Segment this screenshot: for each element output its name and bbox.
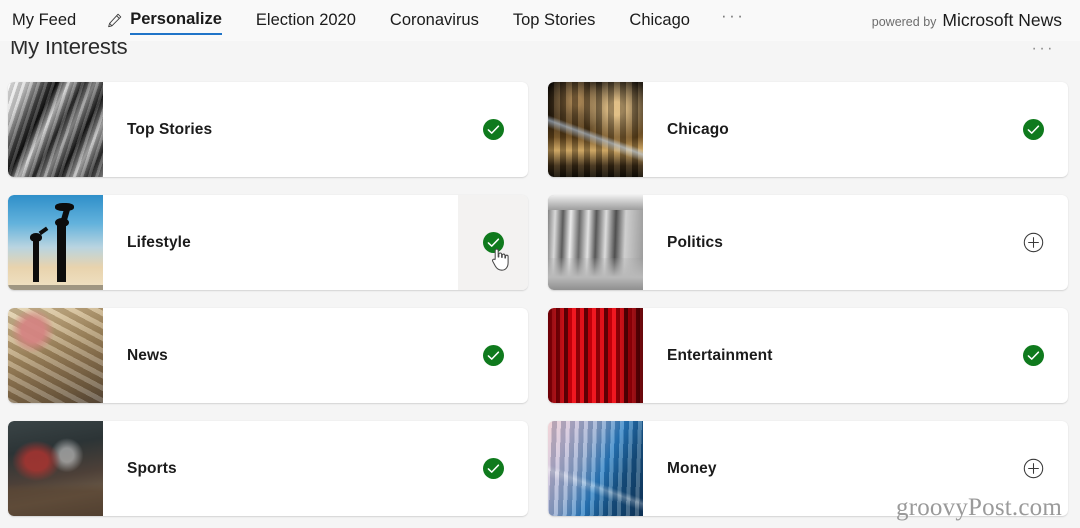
nav-item-label: My Feed bbox=[12, 11, 77, 29]
section-overflow-menu-icon[interactable]: ··· bbox=[1032, 41, 1055, 57]
interest-card-politics[interactable]: Politics bbox=[548, 195, 1068, 290]
check-circle-icon bbox=[482, 119, 504, 140]
interest-card-label: Entertainment bbox=[667, 346, 773, 364]
nav-item-personalize[interactable]: Personalize bbox=[100, 0, 239, 41]
check-circle-icon bbox=[482, 458, 504, 479]
interest-card-label: Lifestyle bbox=[127, 233, 191, 251]
nav-item-election-2020[interactable]: Election 2020 bbox=[239, 0, 373, 41]
interest-card-news[interactable]: News bbox=[8, 308, 528, 403]
nav-item-label: Top Stories bbox=[512, 11, 596, 29]
interest-toggle-lifestyle[interactable] bbox=[458, 195, 528, 290]
interest-thumbnail-city-night bbox=[548, 82, 643, 177]
nav-overflow-menu-icon[interactable]: ··· bbox=[707, 7, 759, 24]
check-circle-icon bbox=[482, 345, 504, 366]
interest-toggle-entertainment[interactable] bbox=[998, 308, 1068, 403]
nav-item-coronavirus[interactable]: Coronavirus bbox=[373, 0, 496, 41]
nav-item-label: Chicago bbox=[629, 11, 690, 29]
powered-by-prefix: powered by bbox=[871, 15, 937, 29]
plus-circle-icon bbox=[1023, 232, 1043, 253]
nav-item-top-stories[interactable]: Top Stories bbox=[496, 0, 613, 41]
interest-thumbnail-columns bbox=[548, 195, 643, 290]
interest-thumbnail-newspaper bbox=[8, 82, 103, 177]
interest-toggle-sports[interactable] bbox=[458, 421, 528, 516]
powered-by-branding: powered by Microsoft News bbox=[872, 10, 1062, 31]
interest-toggle-chicago[interactable] bbox=[998, 82, 1068, 177]
interest-thumbnail-red-curtain bbox=[548, 308, 643, 403]
interest-thumbnail-newsprint bbox=[8, 308, 103, 403]
interest-toggle-politics[interactable] bbox=[998, 195, 1068, 290]
plus-circle-icon bbox=[1023, 458, 1043, 479]
interest-card-chicago[interactable]: Chicago bbox=[548, 82, 1068, 177]
interest-card-top-stories[interactable]: Top Stories bbox=[8, 82, 528, 177]
interest-card-label: Chicago bbox=[667, 120, 729, 138]
interest-card-label: Top Stories bbox=[127, 120, 213, 138]
interest-thumbnail-family-silhouette bbox=[8, 195, 103, 290]
site-watermark: groovyPost.com bbox=[896, 494, 1062, 521]
check-circle-icon bbox=[1022, 345, 1044, 366]
pencil-icon bbox=[106, 12, 123, 29]
interest-thumbnail-coins bbox=[548, 421, 643, 516]
page-title: My Interests bbox=[10, 41, 128, 59]
nav-item-my-feed[interactable]: My Feed bbox=[12, 0, 100, 41]
nav-item-label: Coronavirus bbox=[389, 11, 479, 29]
interest-card-label: Politics bbox=[667, 233, 723, 251]
microsoft-news-brand: Microsoft News bbox=[942, 10, 1062, 30]
interest-card-label: Sports bbox=[127, 459, 177, 477]
interest-card-entertainment[interactable]: Entertainment bbox=[548, 308, 1068, 403]
nav-item-label: Personalize bbox=[130, 10, 222, 35]
check-circle-icon bbox=[482, 232, 504, 253]
interests-grid: Top Stories Chicago Lifestyle Politics N… bbox=[8, 82, 1072, 516]
interest-card-lifestyle[interactable]: Lifestyle bbox=[8, 195, 528, 290]
interest-card-label: News bbox=[127, 346, 168, 364]
nav-item-label: Election 2020 bbox=[255, 11, 356, 29]
nav-item-list: My Feed Personalize Election 2020 Corona… bbox=[12, 0, 759, 41]
check-circle-icon bbox=[1022, 119, 1044, 140]
interest-toggle-top-stories[interactable] bbox=[458, 82, 528, 177]
interest-toggle-news[interactable] bbox=[458, 308, 528, 403]
interest-card-sports[interactable]: Sports bbox=[8, 421, 528, 516]
interest-thumbnail-sports-gear bbox=[8, 421, 103, 516]
nav-item-chicago[interactable]: Chicago bbox=[612, 0, 707, 41]
section-header: My Interests ··· bbox=[0, 41, 1080, 72]
top-navigation-bar: My Feed Personalize Election 2020 Corona… bbox=[0, 0, 1080, 41]
